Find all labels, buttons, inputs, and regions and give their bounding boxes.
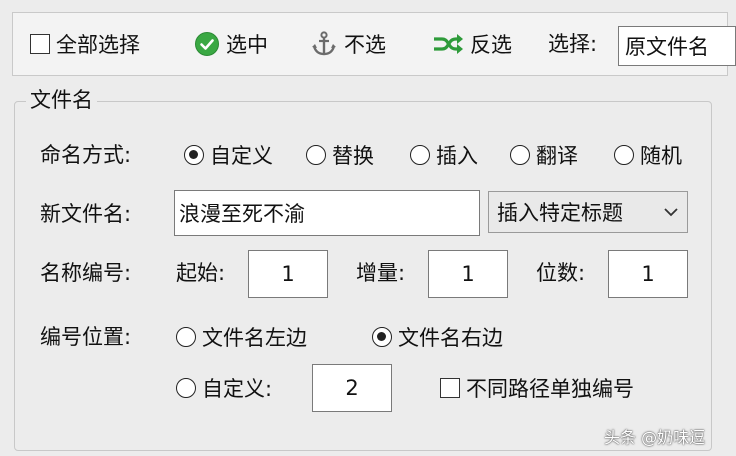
select-button[interactable]: 选中 [194, 24, 268, 64]
select-label: 选中 [226, 33, 268, 57]
digits-input[interactable]: 1 [608, 250, 688, 298]
unselect-button[interactable]: 不选 [310, 24, 386, 64]
naming-mode-custom-radio[interactable]: 自定义 [184, 140, 273, 170]
watermark: 头条 @奶味逗 [604, 428, 706, 447]
unselect-label: 不选 [344, 33, 386, 57]
invert-selection-label: 反选 [470, 33, 512, 57]
numbering-label: 名称编号: [40, 261, 132, 285]
filename-group-title: 文件名 [26, 86, 97, 114]
step-label: 增量: [356, 261, 406, 285]
step-value: 1 [461, 262, 475, 286]
chevron-down-icon [663, 206, 679, 218]
radio-icon [510, 145, 530, 165]
naming-mode-random-label: 随机 [640, 144, 682, 168]
checkbox-icon [30, 34, 50, 54]
step-input[interactable]: 1 [428, 250, 508, 298]
start-label: 起始: [176, 261, 226, 285]
position-label: 编号位置: [40, 325, 132, 349]
position-custom-radio[interactable]: 自定义: [176, 373, 272, 403]
digits-label: 位数: [536, 261, 586, 285]
insert-title-label: 插入特定标题 [497, 201, 623, 225]
start-value: 1 [281, 262, 295, 286]
position-right-radio[interactable]: 文件名右边 [372, 322, 503, 352]
checkbox-icon [440, 378, 460, 398]
position-left-radio[interactable]: 文件名左边 [176, 322, 307, 352]
select-all-checkbox[interactable]: 全部选择 [30, 24, 140, 64]
radio-icon [176, 327, 196, 347]
custom-position-input[interactable]: 2 [312, 364, 392, 412]
naming-mode-translate-label: 翻译 [536, 144, 578, 168]
start-input[interactable]: 1 [248, 250, 328, 298]
position-left-label: 文件名左边 [202, 326, 307, 350]
naming-mode-replace-radio[interactable]: 替换 [306, 140, 374, 170]
anchor-icon [310, 30, 338, 58]
radio-selected-icon [372, 327, 392, 347]
new-name-input[interactable]: 浪漫至死不渝 [174, 190, 480, 236]
naming-mode-custom-label: 自定义 [210, 144, 273, 168]
position-custom-label: 自定义: [202, 377, 273, 401]
insert-title-dropdown[interactable]: 插入特定标题 [488, 191, 688, 233]
radio-selected-icon [184, 145, 204, 165]
naming-mode-random-radio[interactable]: 随机 [614, 140, 682, 170]
naming-mode-replace-label: 替换 [332, 144, 374, 168]
naming-mode-insert-label: 插入 [436, 144, 478, 168]
new-name-value: 浪漫至死不渝 [179, 202, 305, 226]
shuffle-icon [432, 31, 464, 57]
naming-mode-insert-radio[interactable]: 插入 [410, 140, 478, 170]
radio-icon [614, 145, 634, 165]
radio-icon [410, 145, 430, 165]
radio-icon [306, 145, 326, 165]
choose-label: 选择: [548, 32, 598, 56]
select-all-label: 全部选择 [56, 33, 140, 57]
naming-mode-label: 命名方式: [40, 143, 132, 167]
digits-value: 1 [641, 262, 655, 286]
choose-select-value: 原文件名 [625, 35, 709, 59]
new-name-label: 新文件名: [40, 202, 132, 226]
separate-path-numbering-checkbox[interactable]: 不同路径单独编号 [440, 368, 634, 408]
separate-path-numbering-label: 不同路径单独编号 [466, 377, 634, 401]
check-circle-icon [194, 31, 220, 57]
custom-position-value: 2 [345, 376, 359, 400]
choose-select[interactable]: 原文件名 [618, 26, 736, 66]
radio-icon [176, 378, 196, 398]
naming-mode-translate-radio[interactable]: 翻译 [510, 140, 578, 170]
position-right-label: 文件名右边 [398, 326, 503, 350]
invert-selection-button[interactable]: 反选 [432, 24, 512, 64]
